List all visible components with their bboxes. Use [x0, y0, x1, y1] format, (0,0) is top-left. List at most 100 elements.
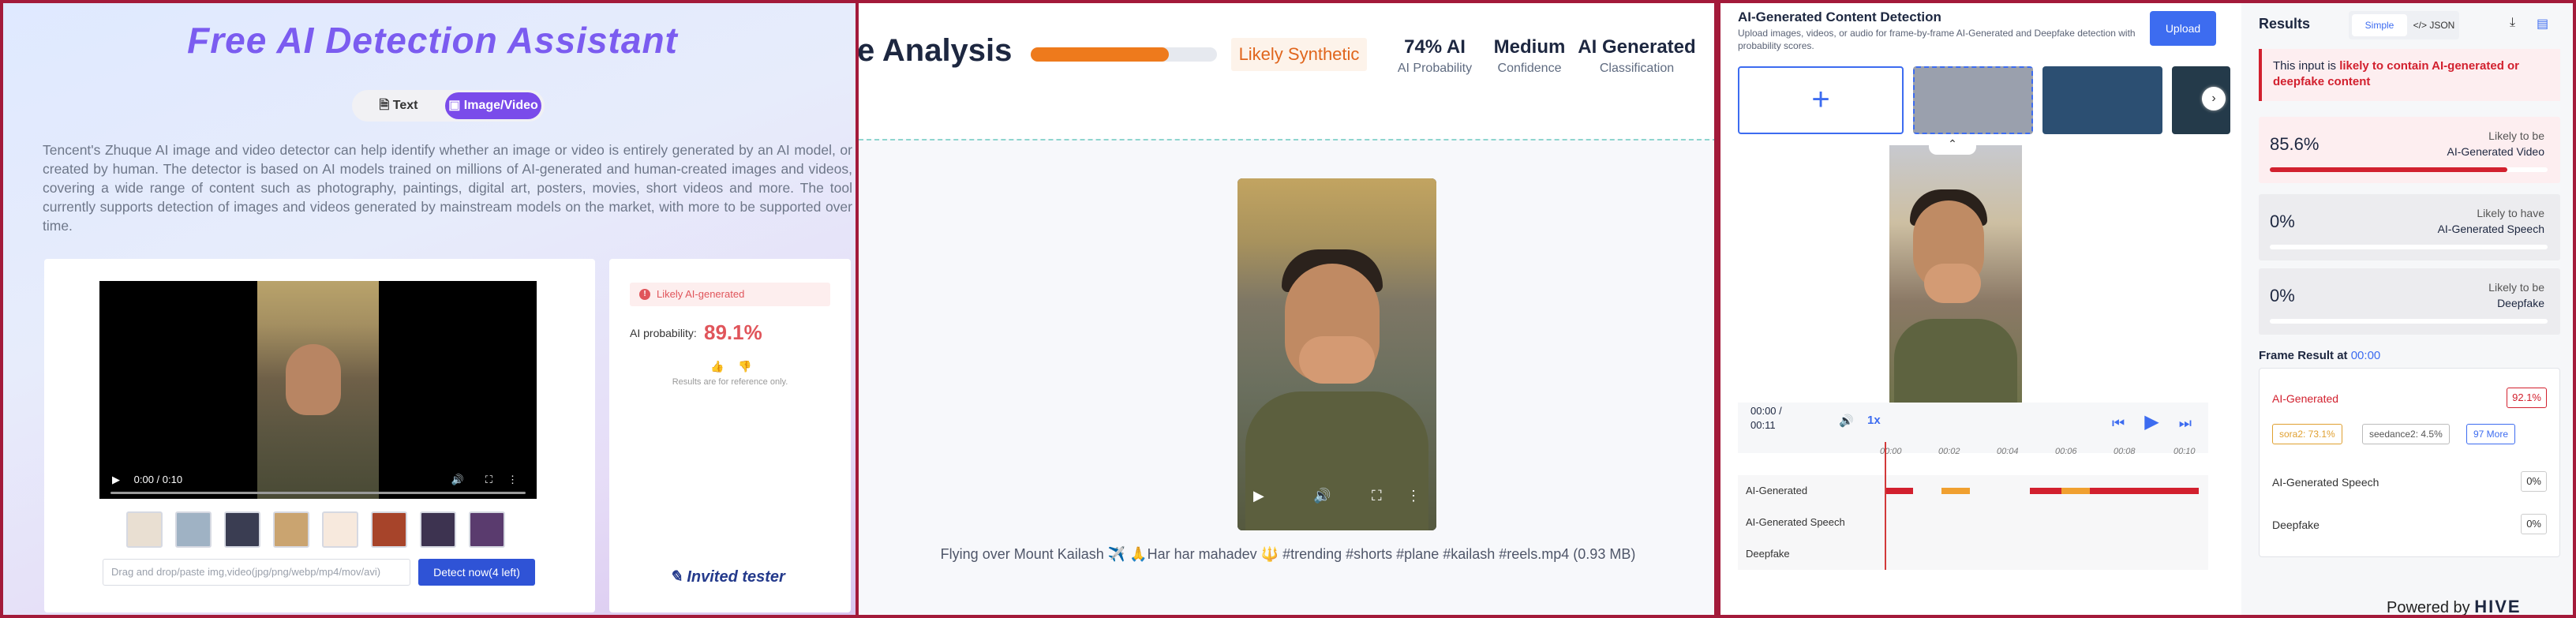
- track-label: AI-Generated: [1746, 485, 1808, 496]
- skip-forward-icon[interactable]: ⏭: [2179, 415, 2192, 431]
- video-player[interactable]: ▶ 0:00 / 0:10 🔊 ⛶ ⋮: [99, 281, 537, 499]
- upload-button[interactable]: Upload: [2150, 11, 2216, 46]
- video-shirt: [1894, 319, 2017, 406]
- chevron-right-icon[interactable]: ›: [2202, 87, 2226, 110]
- result-ai-video: 85.6% Likely to be AI-Generated Video: [2259, 117, 2560, 183]
- result-pct: 85.6%: [2270, 134, 2320, 154]
- view-simple[interactable]: Simple: [2352, 14, 2407, 36]
- video-preview: [1889, 145, 2022, 406]
- tab-text[interactable]: 🗎 Text: [355, 92, 442, 119]
- description: Tencent's Zhuque AI image and video dete…: [43, 142, 852, 234]
- hive-logo: HIVE: [2474, 597, 2522, 616]
- example-thumb[interactable]: [371, 511, 407, 548]
- track-segment[interactable]: [1941, 488, 1970, 494]
- skip-back-icon[interactable]: ⏮: [2112, 415, 2125, 431]
- ruler-tick: 00:10: [2174, 447, 2196, 456]
- more-icon[interactable]: ⋮: [507, 474, 518, 486]
- synthetic-analysis-panel: e Analysis Likely Synthetic 74% AI AI Pr…: [859, 0, 1717, 618]
- video-caption: Flying over Mount Kailash ✈️ 🙏Har har ma…: [940, 546, 1636, 562]
- ai-probability-value: 89.1%: [704, 320, 762, 344]
- frame-result-box: AI-Generated 92.1% sora2: 73.1% seedance…: [2259, 368, 2560, 557]
- result-line2: AI-Generated Video: [2447, 145, 2545, 158]
- thumbs-down-icon[interactable]: 👎: [738, 360, 751, 373]
- result-desc: Likely to be Deepfake: [2488, 279, 2544, 311]
- download-icon[interactable]: ⤓: [2510, 16, 2515, 30]
- ai-probability-fill: [1031, 47, 1169, 62]
- frame-result-title: Frame Result at 00:00: [2259, 349, 2380, 362]
- track-label: Deepfake: [1746, 548, 1790, 560]
- example-thumb[interactable]: [420, 511, 456, 548]
- ruler-tick: 00:06: [2055, 447, 2077, 456]
- volume-icon[interactable]: 🔊: [1839, 414, 1854, 428]
- user-badge-icon: ✎: [669, 568, 683, 586]
- chevron-up-icon[interactable]: ⌃: [1929, 137, 1976, 155]
- result-card: Likely AI-generated AI probability: 89.1…: [609, 259, 851, 612]
- video-hand: [1299, 336, 1375, 384]
- example-thumb[interactable]: [469, 511, 505, 548]
- track-segment[interactable]: [2061, 488, 2090, 494]
- stat-label: AI Probability: [1397, 62, 1473, 75]
- model-chip[interactable]: sora2: 73.1%: [2272, 424, 2342, 444]
- verdict-badge: Likely Synthetic: [1231, 38, 1367, 71]
- result-bar: [2270, 167, 2548, 172]
- gallery-thumb[interactable]: [2042, 66, 2162, 134]
- feedback-icons: 👍 👎: [710, 360, 752, 373]
- play-icon[interactable]: ▶: [2144, 411, 2159, 433]
- example-thumb[interactable]: [273, 511, 309, 548]
- gallery-thumb-selected[interactable]: [1913, 66, 2033, 134]
- sidebar-icon[interactable]: ▤: [2537, 16, 2548, 32]
- track-segment[interactable]: [2090, 488, 2199, 494]
- tab-image-video[interactable]: ▣ Image/Video: [445, 92, 541, 119]
- more-icon[interactable]: ⋮: [1406, 488, 1421, 504]
- fullscreen-icon[interactable]: ⛶: [485, 474, 492, 486]
- volume-icon[interactable]: 🔊: [451, 474, 464, 486]
- result-line2: AI-Generated Speech: [2437, 223, 2544, 235]
- frame-result-label: Frame Result at: [2259, 349, 2348, 362]
- upload-card: ▶ 0:00 / 0:10 🔊 ⛶ ⋮ Drag and drop/paste …: [44, 259, 595, 612]
- zhuque-detector-panel: Free AI Detection Assistant 🗎 Text ▣ Ima…: [0, 0, 859, 618]
- result-pct: 0%: [2270, 212, 2295, 231]
- playhead[interactable]: [1885, 442, 1886, 570]
- track-segment[interactable]: [2030, 488, 2061, 494]
- track-segment[interactable]: [1886, 488, 1913, 494]
- track-ai-speech: AI-Generated Speech: [1738, 507, 2208, 538]
- fullscreen-icon[interactable]: ⛶: [1372, 488, 1382, 504]
- result-badge: Likely AI-generated: [630, 283, 830, 306]
- result-pct: 0%: [2270, 286, 2295, 305]
- video-hand: [1924, 264, 1981, 303]
- video-progress-bar[interactable]: [110, 492, 526, 494]
- volume-icon[interactable]: 🔊: [1313, 488, 1331, 504]
- verdict-alert: This input is likely to contain AI-gener…: [2259, 49, 2560, 101]
- playback-time: 00:00 / 00:11: [1750, 405, 1782, 431]
- view-json[interactable]: </> JSON: [2410, 14, 2458, 36]
- invited-tester: ✎ Invited tester: [669, 567, 785, 586]
- play-icon[interactable]: ▶: [112, 474, 120, 485]
- result-desc: Likely to have AI-Generated Speech: [2438, 205, 2544, 237]
- example-thumb[interactable]: [322, 511, 358, 548]
- example-thumb[interactable]: [126, 511, 163, 548]
- stat-value: AI Generated: [1578, 36, 1696, 58]
- model-chip[interactable]: seedance2: 4.5%: [2362, 424, 2450, 444]
- speed-button[interactable]: 1x: [1867, 414, 1881, 427]
- detect-button[interactable]: Detect now(4 left): [418, 559, 535, 586]
- frame-row-label: Deepfake: [2272, 519, 2320, 531]
- tab-image-video-label: Image/Video: [463, 99, 538, 112]
- view-toggle: Simple </> JSON: [2349, 11, 2459, 39]
- add-media-button[interactable]: +: [1738, 66, 1904, 134]
- thumbs-up-icon[interactable]: 👍: [710, 360, 724, 373]
- upload-dropzone[interactable]: Drag and drop/paste img,video(jpg/png/we…: [103, 559, 410, 586]
- video-player[interactable]: ▶ 🔊 ⛶ ⋮: [1237, 178, 1436, 530]
- track-label: AI-Generated Speech: [1746, 516, 1845, 528]
- example-thumb[interactable]: [175, 511, 212, 548]
- timeline-ruler: 00:00 00:02 00:04 00:06 00:08 00:10: [1880, 447, 2207, 463]
- play-icon[interactable]: ▶: [1253, 488, 1264, 504]
- example-thumb[interactable]: [224, 511, 260, 548]
- stat-classification: AI Generated Classification: [1574, 36, 1700, 76]
- more-models-chip[interactable]: 97 More: [2466, 424, 2516, 444]
- stat-value: 74% AI: [1404, 36, 1466, 58]
- stat-label: Classification: [1599, 62, 1675, 75]
- image-icon: ▣: [448, 99, 464, 112]
- powered-by-label: Powered by: [2387, 599, 2470, 616]
- result-desc: Likely to be AI-Generated Video: [2447, 128, 2545, 159]
- video-face: [286, 344, 341, 415]
